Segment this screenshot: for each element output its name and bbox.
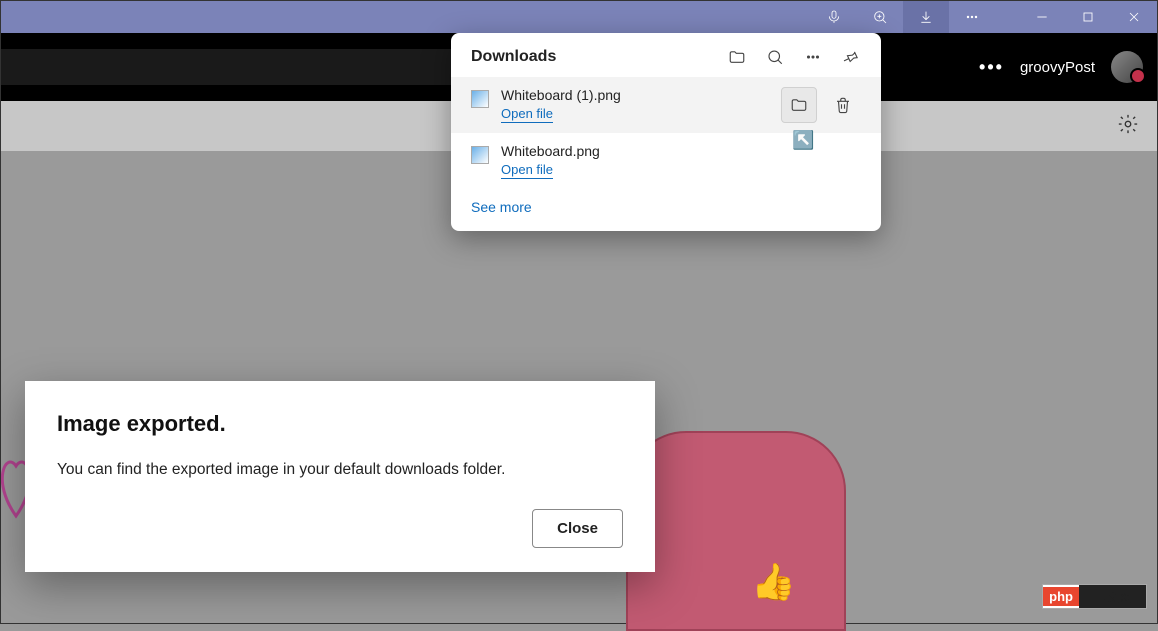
open-file-link[interactable]: Open file (501, 106, 553, 123)
export-dialog: Image exported. You can find the exporte… (25, 381, 655, 572)
close-button[interactable] (1111, 1, 1157, 33)
thumbs-up-emoji: 👍 (751, 561, 796, 603)
downloads-more-icon[interactable] (803, 47, 823, 67)
avatar[interactable] (1111, 51, 1143, 83)
minimize-button[interactable] (1019, 1, 1065, 33)
window-titlebar (1, 1, 1157, 33)
close-button[interactable]: Close (532, 509, 623, 548)
downloads-panel: Downloads Whiteboard (1).png Open file W… (451, 33, 881, 231)
tab-strip-dark (1, 49, 451, 85)
zoom-icon[interactable] (857, 1, 903, 33)
pin-icon[interactable] (841, 47, 861, 67)
file-thumbnail-icon (471, 90, 489, 108)
watermark-right: 中文网 (1079, 585, 1146, 608)
show-in-folder-button[interactable] (781, 87, 817, 123)
delete-download-button[interactable] (825, 87, 861, 123)
download-filename: Whiteboard.png (501, 143, 861, 159)
header-more-button[interactable]: ••• (979, 57, 1004, 78)
see-more-link[interactable]: See more (451, 189, 881, 221)
download-item[interactable]: Whiteboard (1).png Open file (451, 77, 881, 133)
pink-blob-shape (626, 431, 846, 631)
download-icon[interactable] (903, 1, 949, 33)
watermark: php 中文网 (1042, 584, 1147, 609)
file-thumbnail-icon (471, 146, 489, 164)
maximize-button[interactable] (1065, 1, 1111, 33)
open-file-link[interactable]: Open file (501, 162, 553, 179)
more-icon[interactable] (949, 1, 995, 33)
download-item[interactable]: Whiteboard.png Open file (451, 133, 881, 189)
downloads-title: Downloads (471, 48, 727, 66)
download-filename: Whiteboard (1).png (501, 87, 769, 103)
dialog-title: Image exported. (57, 411, 623, 437)
gear-icon[interactable] (1117, 113, 1139, 140)
open-folder-icon[interactable] (727, 47, 747, 67)
search-icon[interactable] (765, 47, 785, 67)
mic-icon[interactable] (811, 1, 857, 33)
username-label: groovyPost (1020, 59, 1095, 76)
dialog-message: You can find the exported image in your … (57, 461, 623, 479)
watermark-left: php (1043, 587, 1079, 606)
